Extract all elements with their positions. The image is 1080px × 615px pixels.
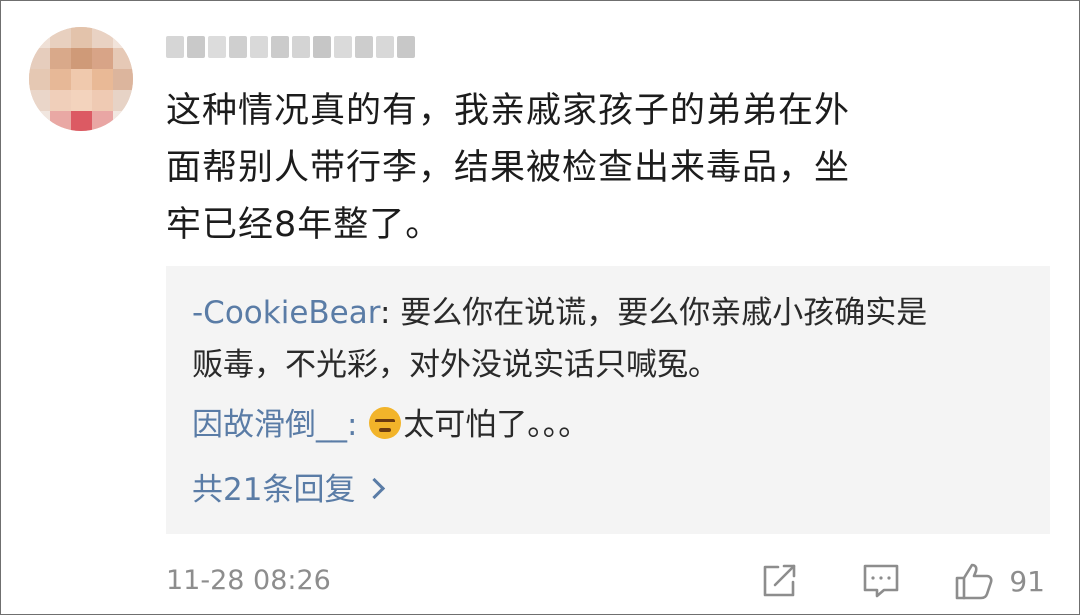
reply-separator: : <box>347 407 368 443</box>
thumbs-up-icon <box>956 563 993 600</box>
reply-item[interactable]: -CookieBear: 要么你在说谎，要么你亲戚小孩确实是 贩毒，不光彩，对外… <box>192 287 927 391</box>
comment-card: 这种情况真的有，我亲戚家孩子的弟弟在外 面帮别人带行李，结果被检查出来毒品，坐 … <box>0 0 1080 615</box>
sweat-face-emoji-icon <box>369 407 402 439</box>
comment-text: 这种情况真的有，我亲戚家孩子的弟弟在外 面帮别人带行李，结果被检查出来毒品，坐 … <box>166 83 966 254</box>
comment-timestamp: 11-28 08:26 <box>166 565 331 596</box>
reply-text-line: 贩毒，不光彩，对外没说实话只喊冤。 <box>192 347 719 383</box>
more-replies-label: 共21条回复 <box>192 472 356 508</box>
reply-author-link[interactable]: 因故滑倒__ <box>192 407 347 443</box>
share-button[interactable] <box>759 561 799 601</box>
like-count: 91 <box>1009 564 1045 598</box>
view-more-replies-link[interactable]: 共21条回复 <box>192 464 386 516</box>
reply-item[interactable]: 因故滑倒__: 太可怕了。。。 <box>192 399 589 451</box>
reply-separator: : <box>379 295 401 331</box>
comment-button[interactable] <box>861 561 901 601</box>
comment-actions: 91 <box>759 557 1045 605</box>
share-icon <box>764 564 796 597</box>
comment-line: 这种情况真的有，我亲戚家孩子的弟弟在外 <box>166 91 851 131</box>
reply-text: 太可怕了。。。 <box>403 407 590 443</box>
reply-text-line: 要么你在说谎，要么你亲戚小孩确实是 <box>400 295 928 331</box>
comment-line: 面帮别人带行李，结果被检查出来毒品，坐 <box>166 148 851 188</box>
replies-panel[interactable]: -CookieBear: 要么你在说谎，要么你亲戚小孩确实是 贩毒，不光彩，对外… <box>166 266 1050 534</box>
comment-line: 牢已经8年整了。 <box>166 205 442 245</box>
like-button[interactable]: 91 <box>953 560 1045 602</box>
comment-icon <box>864 564 899 598</box>
avatar[interactable] <box>29 27 133 131</box>
username-blurred[interactable] <box>166 31 415 63</box>
chevron-right-icon <box>364 477 386 500</box>
reply-author-link[interactable]: -CookieBear <box>192 295 380 331</box>
